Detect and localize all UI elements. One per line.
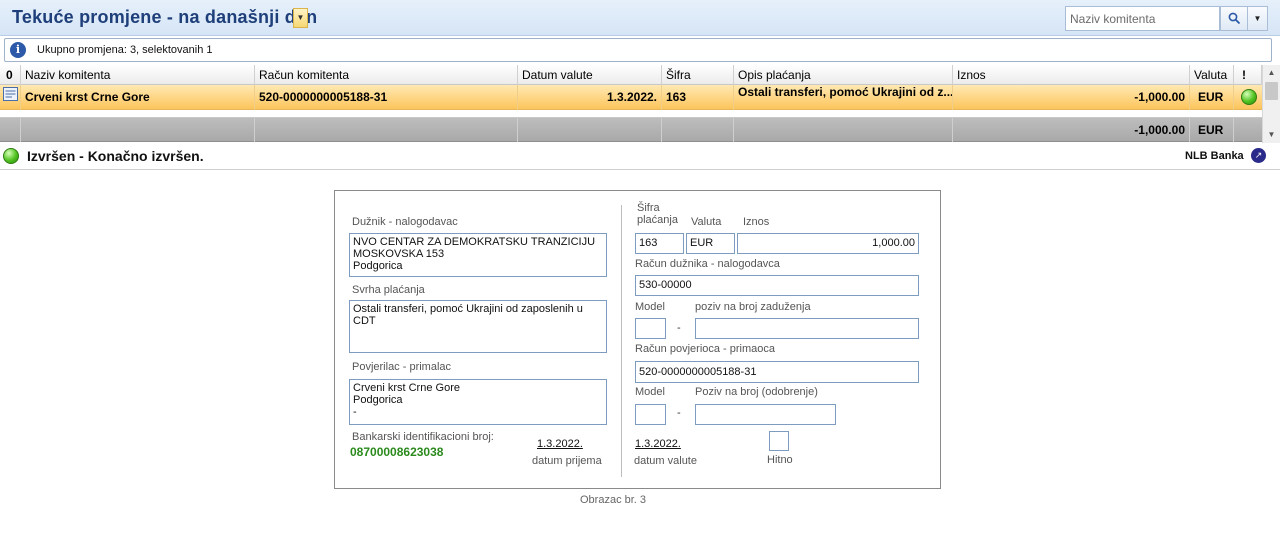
form-divider (621, 205, 622, 477)
column-naziv-komitenta[interactable]: Naziv komitenta (21, 65, 255, 85)
svrha-field[interactable]: Ostali transferi, pomoć Ukrajini od zapo… (349, 300, 607, 353)
info-icon: i (10, 42, 26, 58)
scroll-thumb[interactable] (1265, 82, 1278, 100)
bic-label: Bankarski identifikacioni broj: (352, 431, 494, 443)
column-valuta[interactable]: Valuta (1190, 65, 1234, 85)
racun-povjerioca-field[interactable]: 520-0000000005188-31 (635, 361, 919, 383)
scroll-down-icon[interactable]: ▼ (1263, 127, 1280, 143)
bic-value: 08700008623038 (350, 445, 444, 459)
page-title: Tekuće promjene - na današnji dan (12, 7, 318, 27)
valuta-label: Valuta (691, 216, 722, 228)
model1-field[interactable] (635, 318, 666, 339)
duznik-field[interactable]: NVO CENTAR ZA DEMOKRATSKU TRANZICIJU MOS… (349, 233, 607, 277)
row-valuta: EUR (1190, 85, 1234, 110)
povjerilac-field[interactable]: Crveni krst Crne Gore Podgorica - (349, 379, 607, 425)
status-green-icon (3, 148, 19, 164)
datum-prijema-label: datum prijema (532, 455, 602, 467)
total-cell-empty (734, 118, 953, 142)
poziv2-label: Poziv na broj (odobrenje) (695, 386, 818, 398)
column-opis-placanja[interactable]: Opis plaćanja (734, 65, 953, 85)
status-line: Izvršen - Konačno izvršen. NLB Banka ↗ (0, 144, 1280, 170)
model1-dash: - (677, 322, 681, 334)
total-cell-empty (662, 118, 734, 142)
form-caption: Obrazac br. 3 (580, 494, 647, 506)
info-text: Ukupno promjena: 3, selektovanih 1 (37, 44, 213, 56)
row-iznos: -1,000.00 (953, 85, 1190, 110)
total-iznos: -1,000.00 (953, 118, 1190, 142)
column-sifra[interactable]: Šifra (662, 65, 734, 85)
model2-field[interactable] (635, 404, 666, 425)
status-green-icon (1241, 89, 1257, 105)
column-flag[interactable]: ! (1234, 65, 1262, 85)
sifra-field[interactable]: 163 (635, 233, 684, 254)
valuta-field[interactable]: EUR (686, 233, 735, 254)
table-row[interactable]: Crveni krst Crne Gore 520-0000000005188-… (0, 85, 1262, 110)
iznos-field[interactable]: 1,000.00 (737, 233, 919, 254)
total-cell-empty (1234, 118, 1262, 142)
column-attachment[interactable]: 0 (0, 65, 21, 85)
bank-name: NLB Banka (1185, 150, 1244, 162)
row-document-icon (0, 85, 21, 110)
datum-prijema: 1.3.2022. (537, 438, 583, 450)
racun-duznika-label: Račun dužnika - nalogodavca (635, 258, 780, 270)
search-options-dropdown[interactable]: ▼ (1248, 6, 1268, 31)
info-bar: i Ukupno promjena: 3, selektovanih 1 (4, 38, 1272, 62)
model1-label: Model (635, 301, 665, 313)
header-bar: Tekuće promjene - na današnji dan ▼ ▼ (0, 0, 1280, 36)
datum-valute: 1.3.2022. (635, 438, 681, 450)
svrha-label: Svrha plaćanja (352, 284, 425, 296)
racun-povjerioca-label: Račun povjerioca - primaoca (635, 343, 776, 355)
title-dropdown-button[interactable]: ▼ (293, 8, 308, 28)
datum-valute-label: datum valute (634, 455, 697, 467)
total-cell-empty (518, 118, 662, 142)
column-iznos[interactable]: Iznos (953, 65, 1190, 85)
poziv2-field[interactable] (695, 404, 836, 425)
sifra-label: Šifra plaćanja (637, 202, 678, 226)
search-button[interactable] (1220, 6, 1248, 31)
app-root: Tekuće promjene - na današnji dan ▼ ▼ i … (0, 0, 1280, 549)
model2-label: Model (635, 386, 665, 398)
total-cell-empty (21, 118, 255, 142)
column-racun-komitenta[interactable]: Račun komitenta (255, 65, 518, 85)
search-icon (1228, 12, 1241, 25)
row-status-cell (1234, 85, 1262, 110)
changes-grid: 0 Naziv komitenta Račun komitenta Datum … (0, 65, 1280, 143)
grid-total-row: -1,000.00 EUR (0, 118, 1262, 142)
column-datum-valute[interactable]: Datum valute (518, 65, 662, 85)
grid-vertical-scrollbar[interactable]: ▲ ▼ (1262, 65, 1280, 143)
total-cell-empty (0, 118, 21, 142)
payment-order-form: Dužnik - nalogodavac NVO CENTAR ZA DEMOK… (334, 190, 941, 489)
poziv1-field[interactable] (695, 318, 919, 339)
hitno-label: Hitno (767, 454, 793, 466)
status-text: Izvršen - Konačno izvršen. (27, 148, 204, 164)
total-cell-empty (255, 118, 518, 142)
model2-dash: - (677, 407, 681, 419)
row-racun: 520-0000000005188-31 (255, 85, 518, 110)
grid-header: 0 Naziv komitenta Račun komitenta Datum … (0, 65, 1262, 85)
povjerilac-label: Povjerilac - primalac (352, 361, 452, 373)
iznos-label: Iznos (743, 216, 770, 228)
racun-duznika-field[interactable]: 530-00000 (635, 275, 919, 296)
row-sifra: 163 (662, 85, 734, 110)
row-opis: Ostali transferi, pomoć Ukrajini od z... (734, 85, 953, 110)
row-datum: 1.3.2022. (518, 85, 662, 110)
search-input[interactable] (1065, 6, 1220, 31)
duznik-label: Dužnik - nalogodavac (352, 216, 458, 228)
row-naziv: Crveni krst Crne Gore (21, 85, 255, 110)
poziv1-label: poziv na broj zaduženja (695, 301, 811, 313)
scroll-up-icon[interactable]: ▲ (1263, 65, 1280, 81)
hitno-checkbox[interactable] (769, 431, 789, 451)
total-valuta: EUR (1190, 118, 1234, 142)
bank-logo-icon: ↗ (1251, 148, 1266, 163)
grid-row-partial (0, 110, 1262, 118)
